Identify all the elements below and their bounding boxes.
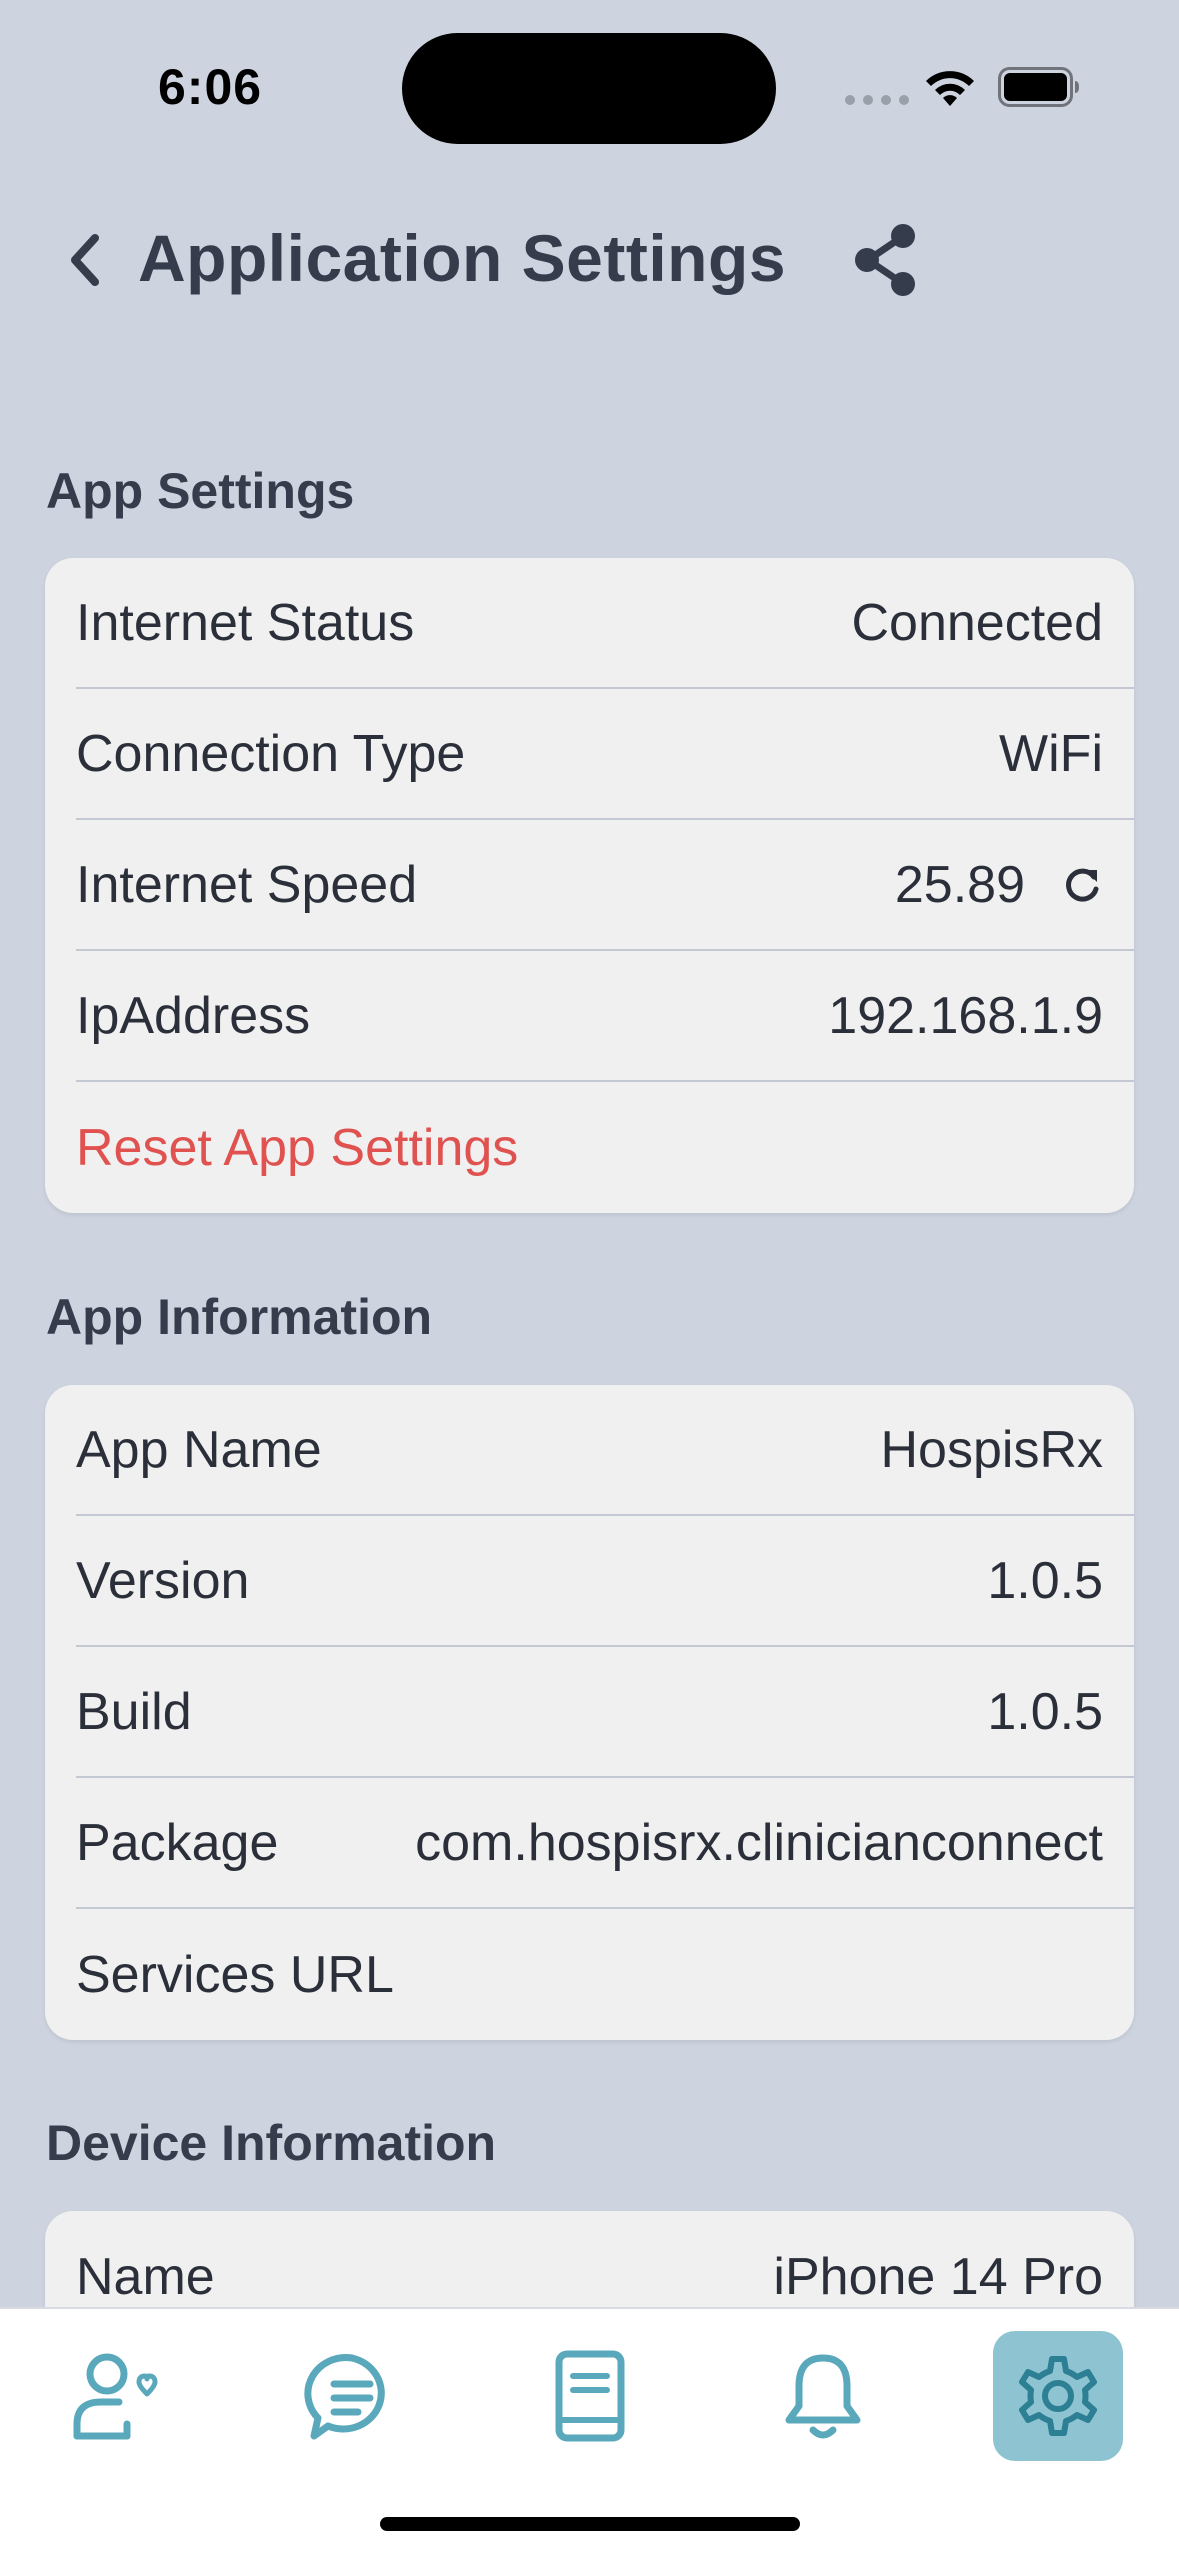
- reset-app-settings-button[interactable]: Reset App Settings: [76, 1118, 518, 1178]
- refresh-icon[interactable]: [1063, 865, 1103, 905]
- tab-documents[interactable]: [524, 2331, 654, 2461]
- ip-address-row: IpAddress 192.168.1.9: [76, 951, 1134, 1082]
- status-time: 6:06: [158, 59, 263, 115]
- battery-icon: [998, 67, 1079, 107]
- build-row: Build 1.0.5: [76, 1647, 1134, 1778]
- back-button[interactable]: [55, 230, 115, 290]
- dynamic-island: [402, 33, 776, 144]
- row-label: Services URL: [76, 1945, 394, 2004]
- row-label: IpAddress: [76, 986, 311, 1045]
- row-label: Name: [76, 2247, 215, 2306]
- row-label: Package: [76, 1813, 279, 1872]
- internet-speed-value-group: 25.89: [895, 855, 1103, 915]
- patient-heart-icon: [73, 2353, 158, 2440]
- row-value: 192.168.1.9: [828, 986, 1103, 1045]
- row-value: HospisRx: [880, 1420, 1104, 1479]
- app-name-row: App Name HospisRx: [76, 1385, 1134, 1516]
- row-value: 1.0.5: [987, 1551, 1103, 1610]
- row-label: App Name: [76, 1420, 322, 1479]
- tab-notifications[interactable]: [758, 2331, 888, 2461]
- wifi-icon: [926, 71, 974, 106]
- internet-speed-row: Internet Speed 25.89: [76, 820, 1134, 951]
- tab-settings[interactable]: [993, 2331, 1123, 2461]
- app-settings-title: App Settings: [46, 463, 355, 519]
- row-value: 25.89: [894, 855, 1025, 914]
- row-value: 1.0.5: [987, 1682, 1103, 1741]
- app-information-card: App Name HospisRx Version 1.0.5 Build 1.…: [45, 1385, 1134, 2040]
- internet-status-row: Internet Status Connected: [76, 558, 1134, 689]
- connection-type-row: Connection Type WiFi: [76, 689, 1134, 820]
- share-icon: [855, 224, 915, 296]
- book-icon: [555, 2350, 625, 2442]
- row-label: Connection Type: [76, 724, 466, 783]
- device-information-title: Device Information: [46, 2115, 497, 2171]
- row-value: com.hospisrx.clinicianconnect: [415, 1813, 1103, 1872]
- tab-patients[interactable]: [52, 2331, 182, 2461]
- cellular-signal-icon: [845, 95, 909, 105]
- version-row: Version 1.0.5: [76, 1516, 1134, 1647]
- reset-app-settings-row[interactable]: Reset App Settings: [76, 1082, 1134, 1213]
- row-label: Internet Status: [76, 593, 415, 652]
- bell-icon: [785, 2354, 861, 2439]
- gear-icon: [1019, 2356, 1097, 2436]
- home-indicator: [380, 2517, 800, 2531]
- row-value: WiFi: [999, 724, 1103, 783]
- package-row: Package com.hospisrx.clinicianconnect: [76, 1778, 1134, 1909]
- header: Application Settings: [0, 200, 1179, 320]
- services-url-row: Services URL: [76, 1909, 1134, 2040]
- app-information-title: App Information: [46, 1289, 433, 1345]
- chat-icon: [304, 2354, 385, 2440]
- chevron-left-icon: [71, 234, 99, 286]
- tab-messages[interactable]: [287, 2331, 417, 2461]
- share-button[interactable]: [845, 220, 925, 300]
- page-title: Application Settings: [138, 221, 787, 295]
- row-label: Internet Speed: [76, 855, 418, 914]
- row-value: Connected: [851, 593, 1103, 652]
- app-settings-card: Internet Status Connected Connection Typ…: [45, 558, 1134, 1213]
- status-bar: 6:06: [0, 0, 1179, 160]
- row-label: Build: [76, 1682, 192, 1741]
- row-value: iPhone 14 Pro: [773, 2247, 1103, 2306]
- row-label: Version: [76, 1551, 250, 1610]
